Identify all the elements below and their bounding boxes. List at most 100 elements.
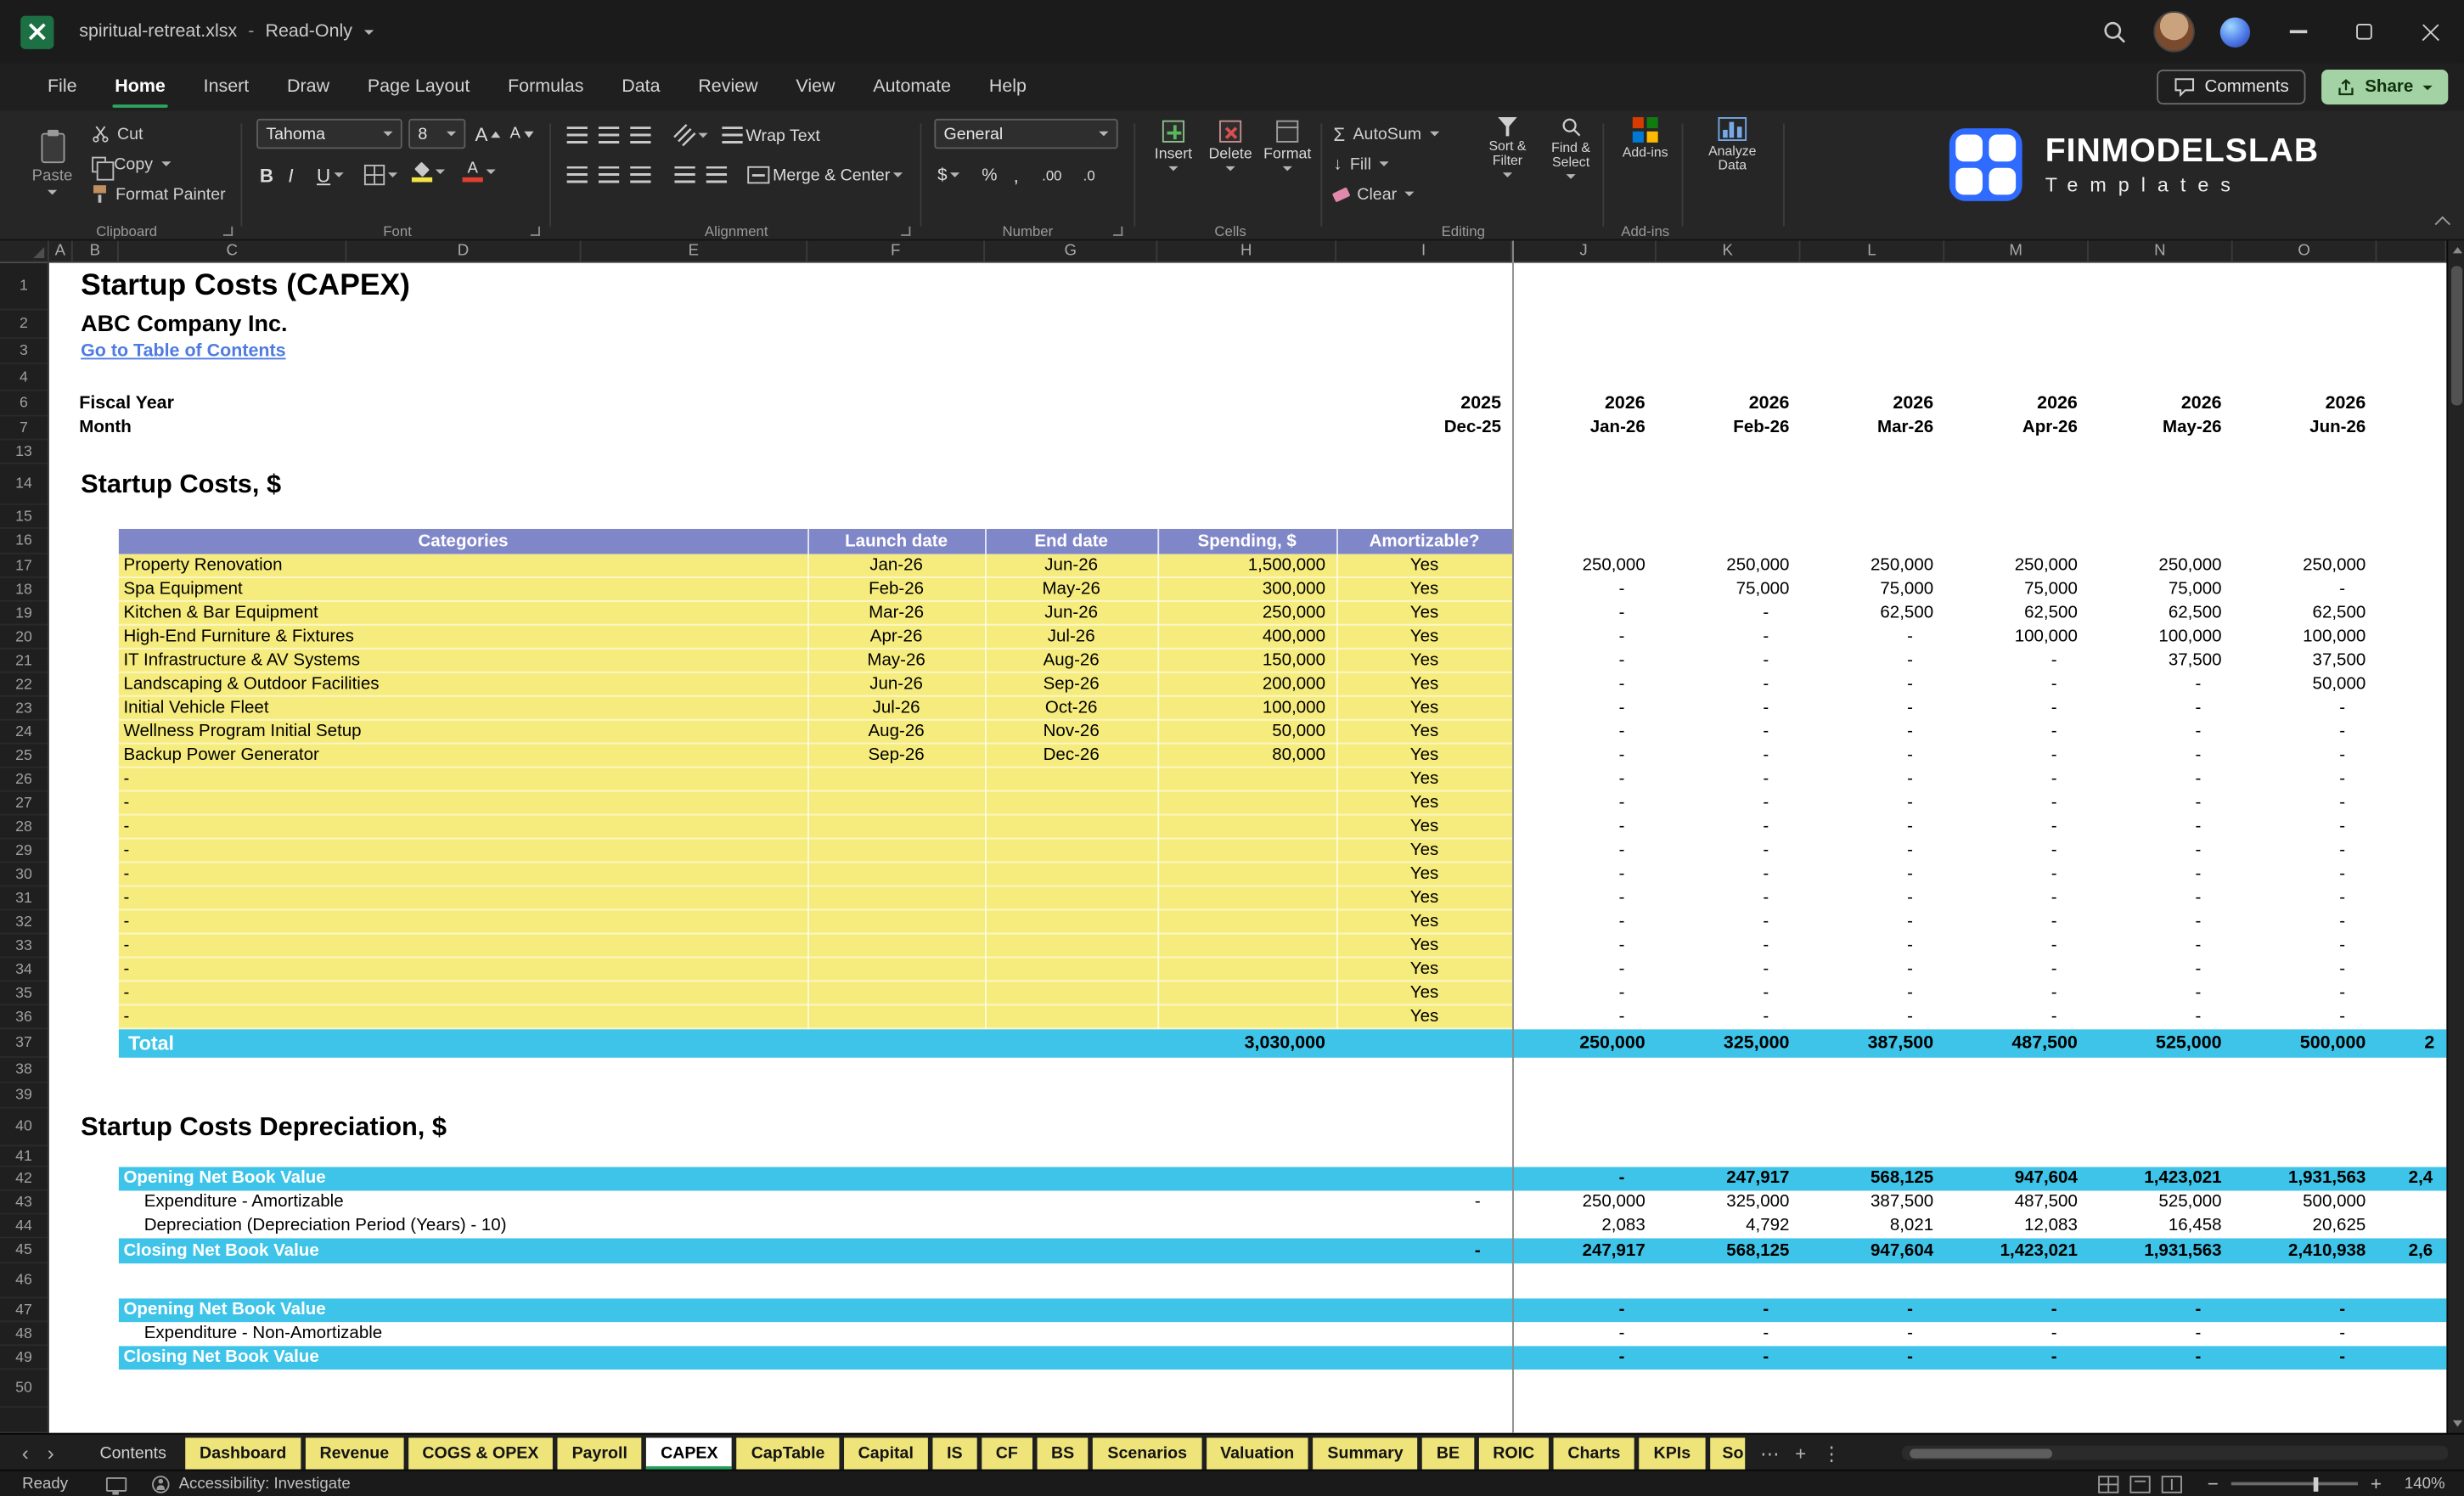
cell-amortizable[interactable]: Yes (1336, 792, 1512, 816)
cell-value[interactable]: - (1336, 1238, 1481, 1263)
cell-month-value[interactable]: - (1801, 1005, 1913, 1029)
menu-view[interactable]: View (777, 64, 854, 111)
zoom-out-button[interactable]: − (2208, 1472, 2219, 1494)
cell-end-date[interactable]: May-26 (985, 578, 1157, 602)
cell-month-value[interactable]: - (1512, 863, 1624, 886)
cell-amortizable[interactable]: Yes (1336, 958, 1512, 981)
cell-month-value[interactable]: - (2089, 958, 2201, 981)
row-header-40[interactable]: 40 (0, 1109, 48, 1147)
font-name-combobox[interactable]: Tahoma (256, 119, 402, 149)
cell-end-date[interactable]: Nov-26 (985, 721, 1157, 745)
increase-decimal-button[interactable]: .00 (1042, 160, 1061, 189)
grow-font-button[interactable]: A (475, 119, 501, 149)
cell-launch-date[interactable]: Jul-26 (807, 697, 985, 721)
cell-value[interactable]: - (1512, 1322, 1624, 1346)
sheet-tab-valuation[interactable]: Valuation (1206, 1437, 1308, 1469)
cell-month-value[interactable]: - (1944, 886, 2056, 910)
column-header-C[interactable]: C (119, 240, 347, 262)
cell-value[interactable]: 1,931,563 (2089, 1238, 2222, 1263)
cell-spending[interactable]: 50,000 (1157, 721, 1325, 745)
comments-button[interactable]: Comments (2157, 70, 2307, 104)
sheet-tab-charts[interactable]: Charts (1554, 1437, 1635, 1469)
cell-month-value[interactable]: 250,000 (2089, 554, 2222, 578)
delete-cells-button[interactable]: Delete (1203, 121, 1257, 172)
fiscal-year-value[interactable]: 2025 (1336, 391, 1501, 417)
cell-value[interactable]: - (2233, 1322, 2345, 1346)
vertical-scrollbar[interactable] (2446, 240, 2464, 1432)
new-sheet-button[interactable]: + (1795, 1437, 1806, 1469)
sort-filter-button[interactable]: Sort & Filter (1472, 117, 1542, 177)
font-dialog-launcher[interactable] (531, 227, 540, 236)
cell-month-value[interactable]: - (2233, 697, 2345, 721)
total-label[interactable]: Total (128, 1029, 174, 1058)
tab-menu-button[interactable]: ⋮ (1822, 1437, 1841, 1469)
cell-month-value[interactable]: - (1944, 697, 2056, 721)
sheet-tab-dashboard[interactable]: Dashboard (185, 1437, 301, 1469)
cell-amortizable[interactable]: Yes (1336, 578, 1512, 602)
row-header-1[interactable]: 1 (0, 263, 48, 311)
cell-month-value[interactable]: - (1944, 768, 2056, 792)
cell-category[interactable]: Spa Equipment (123, 578, 242, 602)
sheet-tab-so[interactable]: So (1709, 1437, 1744, 1469)
cell-month-value[interactable]: - (1801, 792, 1913, 816)
align-bottom-button[interactable] (630, 121, 650, 150)
cell-month-value[interactable]: - (1512, 815, 1624, 839)
menu-automate[interactable]: Automate (854, 64, 970, 111)
row-header-18[interactable]: 18 (0, 578, 48, 602)
cell-month-value[interactable]: - (2233, 815, 2345, 839)
cell-month-value[interactable]: 75,000 (1657, 578, 1790, 602)
cell-month-value[interactable]: - (2233, 1005, 2345, 1029)
sheet-tab-is[interactable]: IS (932, 1437, 976, 1469)
cell-month-value[interactable]: - (1512, 745, 1624, 768)
cell-amortizable[interactable]: Yes (1336, 673, 1512, 697)
cell-launch-date[interactable]: Jan-26 (807, 554, 985, 578)
cell-month-value[interactable]: - (1657, 626, 1769, 650)
zoom-level[interactable]: 140% (2398, 1475, 2445, 1493)
cell-month-value[interactable]: - (1801, 768, 1913, 792)
row-header-13[interactable]: 13 (0, 440, 48, 464)
cell-month-value[interactable]: - (1512, 981, 1624, 1005)
sheet-tab-scenarios[interactable]: Scenarios (1094, 1437, 1201, 1469)
cell-month-value[interactable]: - (2089, 981, 2201, 1005)
cell-month-value[interactable]: - (2089, 697, 2201, 721)
cell-month-value[interactable]: - (1944, 815, 2056, 839)
cell-month-value[interactable]: - (1801, 910, 1913, 934)
cell-value[interactable]: 8,021 (1801, 1214, 1934, 1238)
cell-amortizable[interactable]: Yes (1336, 697, 1512, 721)
cell-end-date[interactable]: Jun-26 (985, 602, 1157, 626)
cell-partial-value[interactable]: 2,4 (2409, 1167, 2433, 1191)
cell-month-value[interactable]: - (1512, 886, 1624, 910)
cell-month-value[interactable]: - (1657, 981, 1769, 1005)
cell-month-value[interactable]: - (1944, 934, 2056, 958)
align-middle-button[interactable] (599, 121, 619, 150)
cell-month-value[interactable]: - (1657, 863, 1769, 886)
row-header-25[interactable]: 25 (0, 745, 48, 768)
cell-category[interactable]: - (123, 815, 129, 839)
nbv-row-label[interactable]: Opening Net Book Value (123, 1167, 325, 1191)
fiscal-year-value[interactable]: 2026 (1801, 391, 1934, 417)
italic-button[interactable]: I (288, 160, 293, 189)
column-header-I[interactable]: I (1336, 240, 1512, 262)
cell-month-value[interactable]: - (2089, 863, 2201, 886)
cell-month-value[interactable]: 62,500 (1944, 602, 2078, 626)
merge-center-button[interactable]: Merge & Center (747, 160, 903, 189)
cell-category[interactable]: - (123, 863, 129, 886)
cell-amortizable[interactable]: Yes (1336, 745, 1512, 768)
column-header-J[interactable]: J (1512, 240, 1657, 262)
row-header-34[interactable]: 34 (0, 958, 48, 981)
cell-month-value[interactable]: - (1657, 745, 1769, 768)
clipboard-dialog-launcher[interactable] (223, 227, 233, 236)
cell-month-value[interactable]: - (1512, 697, 1624, 721)
vertical-scroll-thumb[interactable] (2451, 266, 2462, 405)
total-month-value[interactable]: 500,000 (2233, 1029, 2366, 1058)
cell-month-value[interactable]: 250,000 (2233, 554, 2366, 578)
row-header-39[interactable]: 39 (0, 1083, 48, 1109)
font-size-combobox[interactable]: 8 (408, 119, 465, 149)
cell-value[interactable]: 247,917 (1512, 1238, 1645, 1263)
decrease-indent-button[interactable] (674, 160, 695, 189)
cell-value[interactable]: - (2233, 1298, 2345, 1322)
cell-value[interactable]: - (2233, 1346, 2345, 1369)
header-end-date[interactable]: End date (985, 529, 1157, 554)
cell-value[interactable]: - (1944, 1346, 2056, 1369)
cell-month-value[interactable]: - (1512, 721, 1624, 745)
